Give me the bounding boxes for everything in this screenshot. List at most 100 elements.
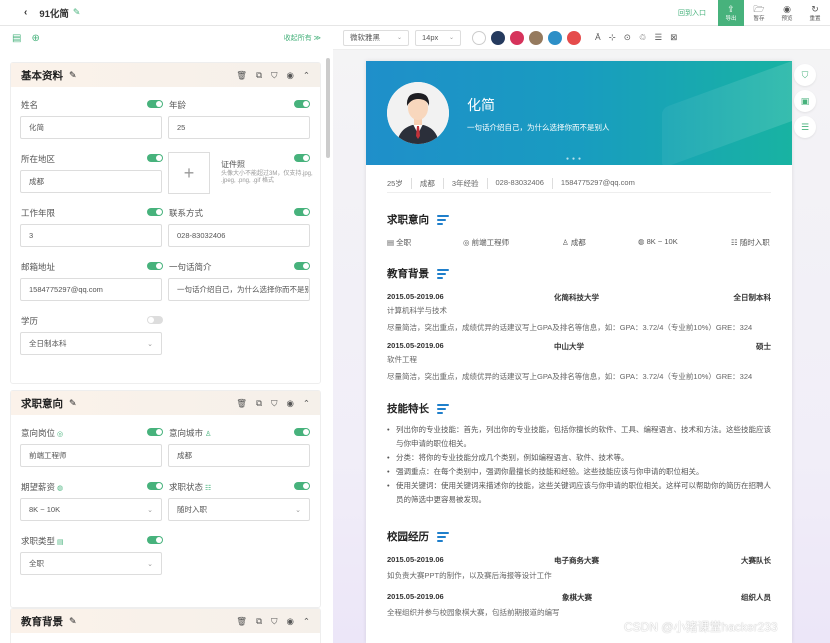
- delete-icon[interactable]: 🗑: [236, 616, 247, 627]
- salary-select[interactable]: 8K ~ 10K ⌄: [20, 498, 162, 521]
- edu-desc: 尽量简洁，突出重点，成绩优异的话建议写上GPA及排名等信息，如：GPA：3.72…: [387, 323, 753, 332]
- city-label-text: 意向城市: [169, 428, 204, 438]
- region-input[interactable]: 成都: [20, 170, 162, 193]
- salary-item: ◍ 8K ~ 10K: [638, 237, 678, 246]
- color-swatch[interactable]: [491, 30, 505, 45]
- age-toggle[interactable]: [294, 100, 310, 108]
- city-toggle[interactable]: [294, 428, 310, 436]
- visibility-icon[interactable]: ◉: [286, 70, 293, 81]
- email-toggle[interactable]: [147, 262, 163, 270]
- edit-pen-icon[interactable]: ✎: [69, 70, 77, 81]
- color-swatch[interactable]: [472, 30, 486, 45]
- color-swatch[interactable]: [548, 30, 562, 45]
- edit-pen-icon[interactable]: ✎: [69, 398, 77, 409]
- education-level-toggle[interactable]: [147, 316, 163, 324]
- info-item: 028-83032406: [488, 178, 553, 189]
- font-size-select[interactable]: 14px ⌄: [415, 29, 461, 46]
- intro-toggle[interactable]: [294, 262, 310, 270]
- folder-icon: 🗁: [753, 3, 765, 14]
- info-item: 1584775297@qq.com: [560, 178, 635, 187]
- text-style-icon[interactable]: Ā: [595, 32, 601, 43]
- job-type-value: 全职: [29, 559, 44, 568]
- position-input[interactable]: 前端工程师: [20, 444, 162, 467]
- template-icon[interactable]: ▤: [12, 33, 21, 44]
- delete-icon[interactable]: 🗑: [236, 398, 247, 409]
- collapse-icon[interactable]: ⌃: [303, 616, 310, 627]
- copy-icon[interactable]: ⧉: [256, 70, 262, 81]
- region-toggle[interactable]: [147, 154, 163, 162]
- save-draft-button[interactable]: 🗁 暂存: [746, 0, 772, 26]
- edu-school: 化简科技大学: [554, 293, 599, 302]
- education-level-select[interactable]: 全日制本科 ⌄: [20, 332, 162, 355]
- copy-icon[interactable]: ⧉: [256, 398, 262, 409]
- job-type-label: 求职类型 ▤: [21, 535, 64, 547]
- status-label: 求职状态 ☷: [169, 481, 211, 493]
- reset-button[interactable]: ↻ 重置: [802, 0, 828, 26]
- color-swatch[interactable]: [567, 30, 581, 45]
- preview-button[interactable]: ◉ 预览: [774, 0, 800, 26]
- database-icon[interactable]: ☰: [794, 116, 816, 138]
- theme-icon[interactable]: ⛉: [271, 70, 277, 81]
- chevron-down-icon: ⌄: [448, 35, 454, 41]
- visibility-icon[interactable]: ◉: [286, 398, 293, 409]
- phone-input[interactable]: 028-83032406: [168, 224, 310, 247]
- color-swatch[interactable]: [510, 30, 524, 45]
- font-select[interactable]: 微软雅黑 ⌄: [343, 29, 409, 46]
- edit-title-icon[interactable]: ✎: [73, 7, 81, 18]
- position-toggle[interactable]: [147, 428, 163, 436]
- job-type-item: ▤ 全职: [387, 238, 412, 247]
- city-input[interactable]: 成都: [168, 444, 310, 467]
- collapse-icon[interactable]: ⌃: [303, 70, 310, 81]
- campus-date: 2015.05-2019.06: [387, 592, 444, 601]
- years-toggle[interactable]: [147, 208, 163, 216]
- position-text: 前端工程师: [471, 238, 510, 247]
- salary-toggle[interactable]: [147, 482, 163, 490]
- photo-toggle[interactable]: [294, 154, 310, 162]
- skin-icon[interactable]: ⛉: [794, 64, 816, 86]
- years-input[interactable]: 3: [20, 224, 162, 247]
- color-swatch[interactable]: [529, 30, 543, 45]
- job-type-toggle[interactable]: [147, 536, 163, 544]
- position-item: ◎ 前端工程师: [463, 238, 510, 247]
- theme-icon[interactable]: ⛉: [271, 398, 277, 409]
- position-label: 意向岗位 ◎: [21, 427, 63, 439]
- status-toggle[interactable]: [294, 482, 310, 490]
- name-toggle[interactable]: [147, 100, 163, 108]
- close-box-icon[interactable]: ⊠: [670, 32, 677, 43]
- campus-row: 2015.05-2019.06 象棋大赛 组织人员: [387, 592, 771, 602]
- avatar[interactable]: [387, 82, 449, 144]
- scrollbar[interactable]: [326, 58, 330, 158]
- job-type-select[interactable]: 全职 ⌄: [20, 552, 162, 575]
- status-select[interactable]: 随时入职 ⌄: [168, 498, 310, 521]
- target-icon[interactable]: ⊙: [624, 32, 631, 43]
- add-module-icon[interactable]: ⊕: [31, 33, 39, 44]
- theme-icon[interactable]: ⛉: [271, 616, 277, 627]
- education-row: 2015.05-2019.06 中山大学 硕士: [387, 341, 771, 351]
- copy-icon[interactable]: ⧉: [256, 616, 262, 627]
- edu-desc: 尽量简洁，突出重点，成绩优异的话建议写上GPA及排名等信息，如：GPA：3.72…: [387, 372, 753, 381]
- delete-icon[interactable]: 🗑: [236, 70, 247, 81]
- photo-upload-button[interactable]: +: [168, 152, 210, 194]
- name-input[interactable]: 化简: [20, 116, 162, 139]
- export-button[interactable]: ⇪ 导出: [718, 0, 744, 26]
- save-icon[interactable]: ▣: [794, 90, 816, 112]
- age-input[interactable]: 25: [168, 116, 310, 139]
- refresh-icon[interactable]: ♲: [639, 32, 647, 43]
- back-icon[interactable]: ‹: [24, 7, 27, 18]
- return-entry-link[interactable]: 回到入口: [678, 8, 706, 18]
- position-icon[interactable]: ⊹: [609, 32, 616, 43]
- collapse-all-button[interactable]: 收起所有 ≫: [284, 33, 321, 43]
- font-size-value: 14px: [422, 33, 439, 42]
- edit-pen-icon[interactable]: ✎: [69, 616, 77, 627]
- phone-toggle[interactable]: [294, 208, 310, 216]
- color-swatches: [467, 30, 581, 45]
- list-item: 强调重点：在每个类别中，强调你最擅长的技能和经验。这些技能应该与你申请的职位相关…: [387, 465, 771, 479]
- intent-title-text: 求职意向: [387, 214, 429, 226]
- intro-input[interactable]: 一句话介绍自己，为什么选择你而不是别: [168, 278, 310, 301]
- collapse-icon[interactable]: ⌃: [303, 398, 310, 409]
- chevron-down-icon: ⌄: [295, 506, 301, 514]
- align-icon[interactable]: ☰: [655, 32, 663, 43]
- campus-row: 2015.05-2019.06 电子商务大赛 大赛队长: [387, 555, 771, 565]
- email-input[interactable]: 1584775297@qq.com: [20, 278, 162, 301]
- visibility-icon[interactable]: ◉: [286, 616, 293, 627]
